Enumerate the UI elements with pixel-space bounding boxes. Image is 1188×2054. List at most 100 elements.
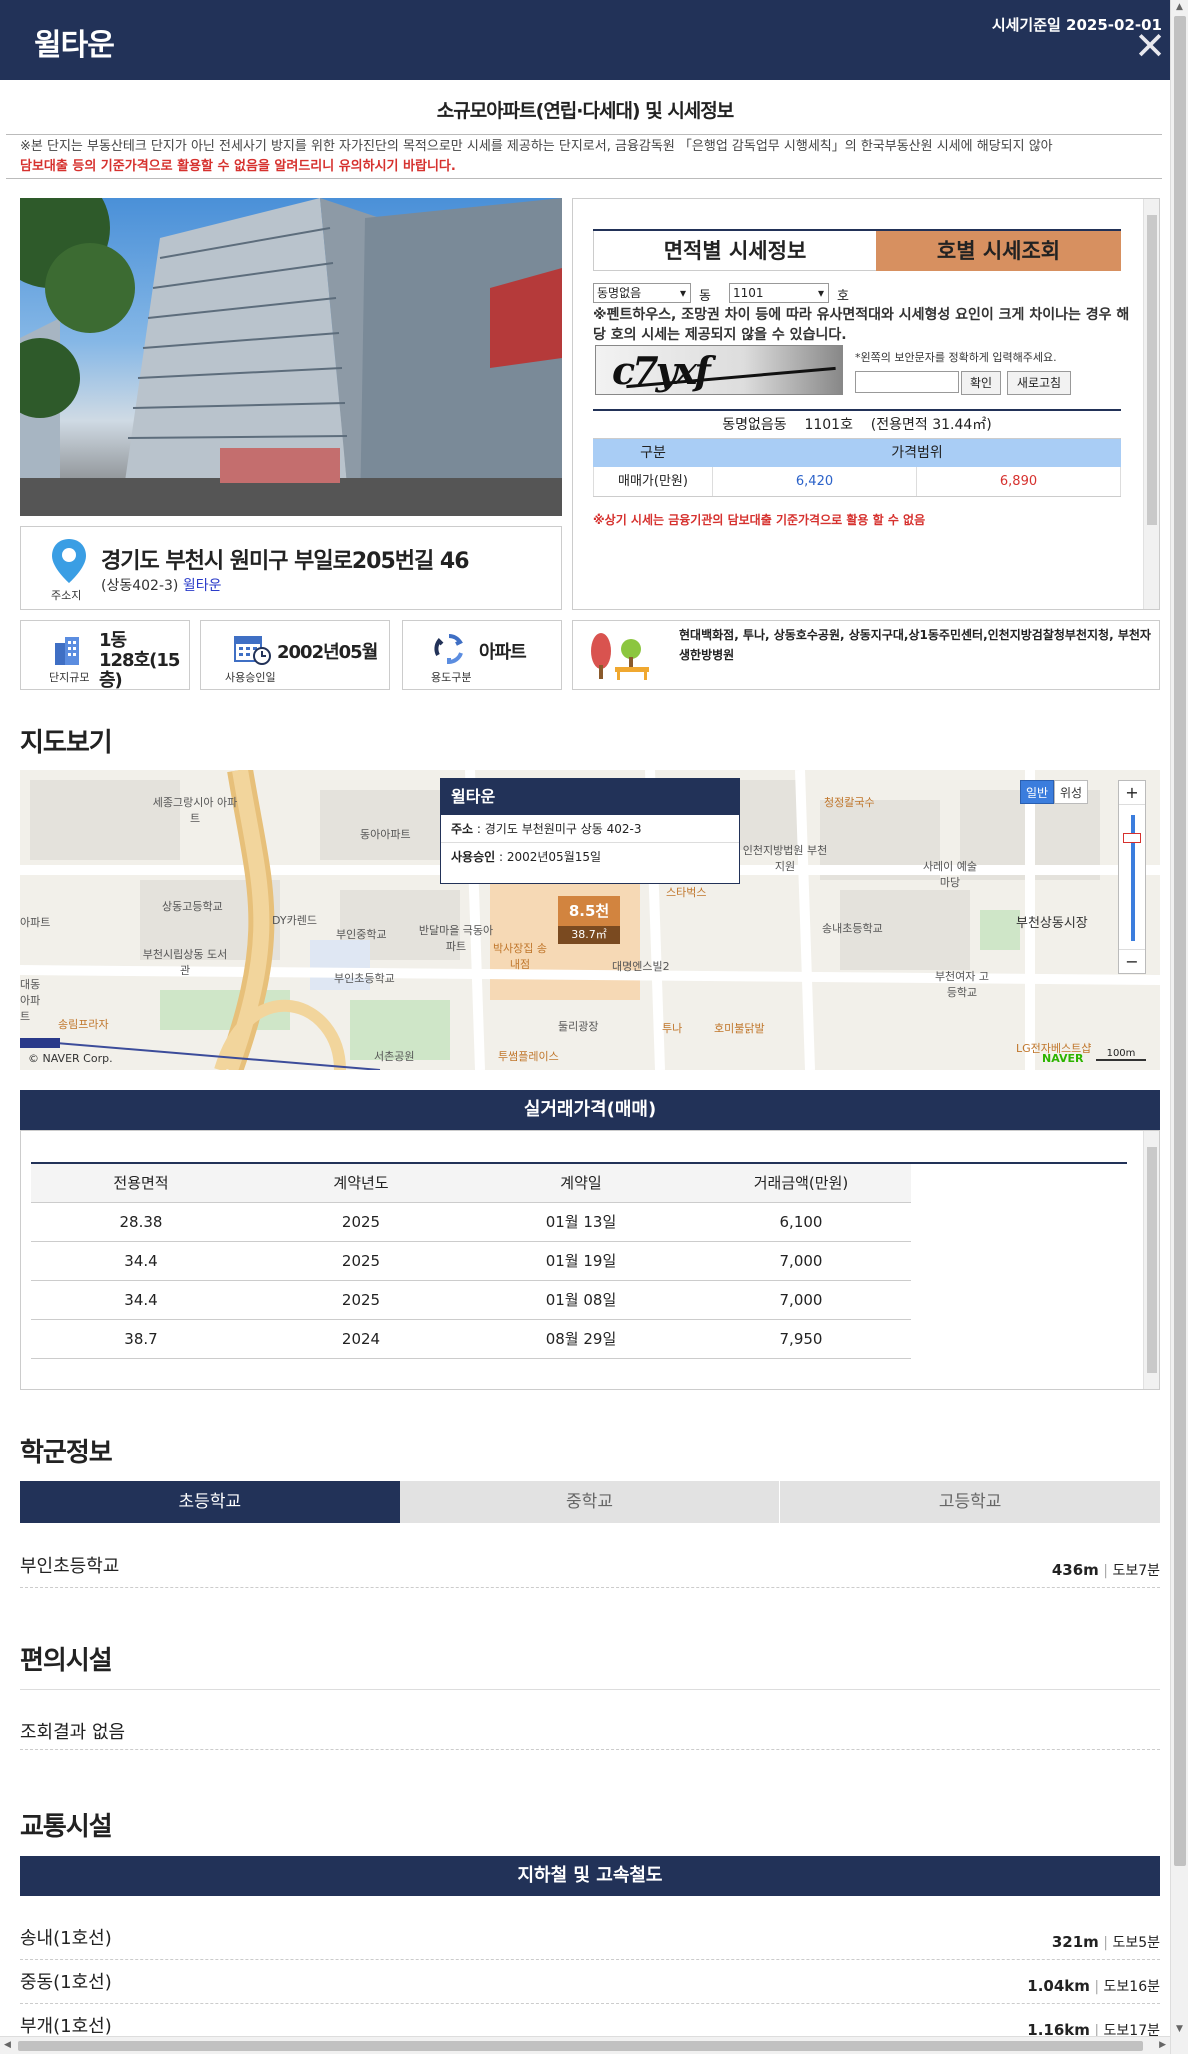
table-row: 34.4 2025 01월 19일 7,000 [31, 1242, 911, 1281]
marker-price: 8.5천 [558, 896, 620, 926]
map-info-popup: 윌타운 주소 : 경기도 부천원미구 상동 402-3 사용승인 : 2002년… [440, 778, 740, 884]
table-row: 38.7 2024 08월 29일 7,950 [31, 1320, 911, 1359]
close-icon[interactable]: ✕ [1134, 26, 1166, 66]
col-amount: 거래금액(만원) [753, 1174, 849, 1192]
school-distance: 436m | 도보7분 [1051, 1561, 1160, 1579]
ho-select[interactable]: 1101 [729, 283, 829, 303]
map-label: 송내초등학교 [822, 922, 883, 935]
page-vertical-scrollbar[interactable]: ▲ ▼ [1170, 0, 1188, 2054]
station-name: 중동(1호선) [20, 1972, 112, 1993]
approval-box: 사용승인일 2002년05월 [200, 620, 390, 690]
transactions-scroll-thumb[interactable] [1147, 1147, 1157, 1373]
list-item: 부인초등학교 436m | 도보7분 [20, 1548, 1160, 1588]
use-label: 용도구분 [431, 671, 472, 684]
tab-elementary[interactable]: 초등학교 [20, 1481, 400, 1523]
map-label: 부천시립상동 도서관 [142, 948, 228, 977]
scroll-down-icon[interactable]: ▼ [1176, 2024, 1183, 2034]
marker-area: 38.7㎡ [558, 926, 620, 944]
map-view[interactable]: 세종그랑시아 아파트 동아아파트 상동고등학교 DY카렌드 부인중학교 반달마을… [20, 770, 1160, 1070]
walk-time: 도보7분 [1112, 1563, 1160, 1579]
transactions-scrollbar[interactable] [1143, 1131, 1159, 1389]
map-label: 스타벅스 [666, 886, 707, 899]
use-box: 용도구분 아파트 [402, 620, 562, 690]
page-scroll-thumb[interactable] [1174, 16, 1186, 1866]
table-header: 구분 가격범위 [593, 439, 1121, 467]
map-label: 사레이 예술마당 [922, 860, 978, 889]
list-item: 중동(1호선) 1.04km | 도보16분 [20, 1964, 1160, 2004]
cell-area: 28.38 [119, 1213, 163, 1231]
calendar-icon [233, 633, 271, 669]
zoom-in-button[interactable]: + [1119, 781, 1145, 805]
scroll-up-icon[interactable]: ▲ [1176, 2, 1183, 12]
disclaimer-notice: ※본 단지는 부동산테크 단지가 아닌 전세사기 방지를 위한 자가진단의 목적… [6, 134, 1162, 179]
panel-scroll-thumb[interactable] [1147, 215, 1157, 525]
map-label: 동아아파트 [360, 828, 411, 841]
transactions-title: 실거래가격(매매) [20, 1090, 1160, 1130]
scale-box: 단지규모 1동 128호(15층) [20, 620, 190, 691]
price-low: 6,420 [713, 467, 917, 496]
list-item: 조회결과 없음 [20, 1716, 1160, 1750]
map-label: 서촌공원 [374, 1050, 415, 1063]
page-hscroll-thumb[interactable] [18, 2041, 1143, 2051]
zoom-out-button[interactable]: − [1119, 949, 1145, 973]
distance-value: 1.04km [1027, 1977, 1090, 1995]
collateral-warning: ※상기 시세는 금융기관의 담보대출 기준가격으로 활용 할 수 없음 [593, 513, 926, 527]
zoom-handle[interactable] [1123, 833, 1141, 843]
table-header: 전용면적 계약년도 계약일 거래금액(만원) [31, 1164, 911, 1203]
captcha-confirm-button[interactable]: 확인 [961, 371, 1001, 395]
map-normal-button[interactable]: 일반 [1020, 780, 1054, 804]
map-scale: 100m [1096, 1048, 1146, 1061]
cell-amount: 7,950 [779, 1330, 823, 1348]
dong-suffix: 동 [699, 289, 711, 304]
no-results: 조회결과 없음 [20, 1722, 126, 1743]
map-satellite-button[interactable]: 위성 [1054, 780, 1088, 804]
scroll-left-icon[interactable]: ◀ [4, 2040, 11, 2050]
cell-date: 01월 19일 [545, 1252, 617, 1270]
distance-value: 321m [1051, 1933, 1099, 1951]
penthouse-warning: ※펜트하우스, 조망권 차이 등에 따라 유사면적대와 시세형성 요인이 크게 … [593, 307, 1130, 343]
cell-area: 34.4 [124, 1291, 158, 1309]
nearby-facilities: 현대백화점, 투나, 상동호수공원, 상동지구대,상1동주민센터,인천지방검찰청… [679, 628, 1151, 662]
address-main: 경기도 부천시 원미구 부일로205번길 46 [101, 549, 470, 574]
map-label: 인천지방법원 부천지원 [742, 844, 828, 873]
cell-year: 2025 [341, 1291, 381, 1309]
panel-scrollbar[interactable] [1143, 199, 1159, 609]
cell-date: 08월 29일 [545, 1330, 617, 1348]
col-range: 가격범위 [891, 445, 943, 461]
price-marker[interactable]: 8.5천 38.7㎡ [558, 896, 620, 944]
tab-unit-price[interactable]: 호별 시세조회 [876, 231, 1121, 271]
page-horizontal-scrollbar[interactable]: ◀ ▶ [0, 2036, 1170, 2054]
map-label: 박사장집 송내점 [492, 942, 548, 971]
address-box: 주소지 경기도 부천시 원미구 부일로205번길 46 (상동402-3) 윌타… [20, 526, 562, 610]
tab-high[interactable]: 고등학교 [780, 1481, 1161, 1523]
map-label: 투나 [662, 1022, 683, 1035]
address-label: 주소지 [51, 589, 82, 602]
col-type: 구분 [640, 445, 666, 461]
map-label: 아파트 [20, 916, 51, 929]
tab-middle[interactable]: 중학교 [399, 1481, 781, 1523]
captcha-refresh-button[interactable]: 새로고침 [1007, 371, 1071, 395]
cell-year: 2025 [341, 1213, 381, 1231]
captcha-input[interactable] [855, 371, 959, 393]
popup-address: 주소 : 경기도 부천원미구 상동 402-3 [441, 815, 739, 843]
map-label: 대명엔스빌2 [612, 960, 670, 973]
notice-line-2: 담보대출 등의 기준가격으로 활용할 수 없음을 알려드리니 유의하시기 바랍니… [20, 159, 456, 174]
transactions-table: 전용면적 계약년도 계약일 거래금액(만원) 28.38 2025 01월 13… [31, 1162, 1127, 1359]
approval-value: 2002년05월 [277, 642, 378, 663]
zoom-control: + − [1118, 780, 1146, 974]
complex-link[interactable]: 윌타운 [183, 578, 222, 594]
walk-time: 도보16분 [1103, 1979, 1160, 1995]
dong-select[interactable]: 동명없음 [593, 283, 691, 303]
cell-amount: 7,000 [779, 1291, 823, 1309]
distance-value: 436m [1051, 1561, 1099, 1579]
map-label: 청정칼국수 [824, 796, 875, 809]
page-title: 소규모아파트(연립·다세대) 및 시세정보 [436, 100, 735, 122]
unit-price-table: 동명없음동 1101호 (전용면적 31.44㎡) 구분 가격범위 매매가(만원… [593, 409, 1121, 497]
tab-area-price[interactable]: 면적별 시세정보 [593, 231, 876, 271]
scroll-right-icon[interactable]: ▶ [1159, 2040, 1166, 2050]
cell-amount: 6,100 [779, 1213, 823, 1231]
price-panel: 면적별 시세정보 호별 시세조회 동명없음 동 1101 호 ※펜트하우스, 조… [572, 198, 1160, 610]
address-sub: (상동402-3) 윌타운 [101, 575, 221, 595]
subway-bar: 지하철 및 고속철도 [20, 1856, 1160, 1896]
building-icon [53, 635, 83, 669]
